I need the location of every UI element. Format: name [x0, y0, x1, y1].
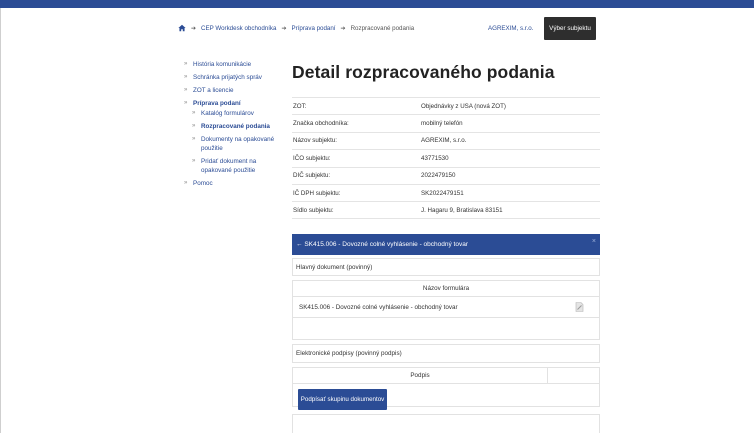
- detail-row: IČ DPH subjektu: SK2022479151: [292, 183, 600, 201]
- detail-row: Názov subjektu: AGREXIM, s.r.o.: [292, 131, 600, 149]
- table-row: SK415.006 - Dovozné colné vyhlásenie - o…: [293, 297, 599, 318]
- detail-row: ZOT: Objednávky z USA (nová ZOT): [292, 97, 600, 114]
- breadcrumb-current: Rozpracované podania: [350, 24, 415, 32]
- sidebar-item-inbox[interactable]: » Schránka prijatých správ: [184, 73, 284, 82]
- detail-row: DIČ subjektu: 2022479150: [292, 166, 600, 184]
- sidebar-item-zot[interactable]: » ZOT a licencie: [184, 86, 284, 95]
- sidebar-item-history[interactable]: » História komunikácie: [184, 60, 284, 69]
- detail-row: Značka obchodníka: mobilný telefón: [292, 114, 600, 131]
- top-bar: [0, 0, 754, 8]
- chevron-right-icon: »: [192, 123, 196, 129]
- sidebar-subitem-reusable[interactable]: » Dokumenty na opakované použitie: [192, 135, 284, 153]
- sidebar: » História komunikácie » Schránka prijat…: [184, 60, 284, 192]
- document-panel-header[interactable]: ← SK415.006 - Dovozné colné vyhlásenie -…: [292, 234, 600, 255]
- sidebar-item-priprava[interactable]: » Príprava podaní: [184, 99, 284, 108]
- chevron-right-icon: »: [184, 180, 188, 186]
- sidebar-subitem-add-reusable[interactable]: » Pridať dokument na opakované použitie: [192, 157, 284, 175]
- collapse-arrow-icon: ←: [296, 241, 305, 248]
- sidebar-submenu: » Katalóg formulárov » Rozpracované poda…: [184, 109, 284, 175]
- chevron-right-icon: »: [184, 74, 188, 80]
- chevron-right-icon: »: [192, 110, 196, 116]
- organization-name[interactable]: AGREXIM, s.r.o.: [488, 25, 533, 32]
- main-document-label: Hlavný dokument (povinný): [292, 258, 600, 276]
- main-document-table: Názov formulára SK415.006 - Dovozné coln…: [292, 280, 600, 340]
- home-icon[interactable]: [178, 24, 186, 32]
- close-icon[interactable]: ×: [592, 238, 596, 245]
- panel-title: SK415.006 - Dovozné colné vyhlásenie - o…: [304, 241, 468, 248]
- breadcrumb-separator-icon: ➔: [281, 25, 287, 32]
- table-header: Podpis: [293, 368, 599, 384]
- sidebar-subitem-drafts[interactable]: » Rozpracované podania: [192, 122, 284, 131]
- breadcrumb-separator-icon: ➔: [191, 25, 197, 32]
- form-name[interactable]: SK415.006 - Dovozné colné vyhlásenie - o…: [299, 304, 458, 311]
- edit-document-icon[interactable]: [575, 302, 584, 312]
- details-table: ZOT: Objednávky z USA (nová ZOT) Značka o…: [292, 97, 600, 219]
- chevron-right-icon: »: [192, 158, 196, 164]
- breadcrumb-item-workdesk[interactable]: CEP Workdesk obchodníka: [201, 25, 276, 32]
- chevron-right-icon: »: [192, 136, 196, 142]
- signature-column-header: Podpis: [293, 368, 548, 383]
- breadcrumb-item-priprava[interactable]: Príprava podaní: [292, 25, 336, 32]
- next-section: [292, 414, 600, 433]
- detail-row: Sídlo subjektu: J. Hagaru 9, Bratislava 8…: [292, 201, 600, 219]
- chevron-down-icon: »: [184, 100, 188, 106]
- window-edge: [0, 8, 1, 433]
- sidebar-subitem-catalog[interactable]: » Katalóg formulárov: [192, 109, 284, 118]
- select-subject-button[interactable]: Výber subjektu: [544, 17, 596, 40]
- table-header: Názov formulára: [293, 281, 599, 297]
- breadcrumb-separator-icon: ➔: [340, 25, 346, 32]
- breadcrumb: ➔ CEP Workdesk obchodníka ➔ Príprava pod…: [178, 22, 414, 34]
- sign-documents-button[interactable]: Podpísať skupinu dokumentov: [298, 389, 387, 410]
- chevron-right-icon: »: [184, 87, 188, 93]
- signatures-label: Elektronické podpisy (povinný podpis): [292, 344, 600, 363]
- sidebar-item-help[interactable]: » Pomoc: [184, 179, 284, 188]
- chevron-right-icon: »: [184, 61, 188, 67]
- page-title: Detail rozpracovaného podania: [292, 62, 555, 82]
- detail-row: IČO subjektu: 43771530: [292, 149, 600, 166]
